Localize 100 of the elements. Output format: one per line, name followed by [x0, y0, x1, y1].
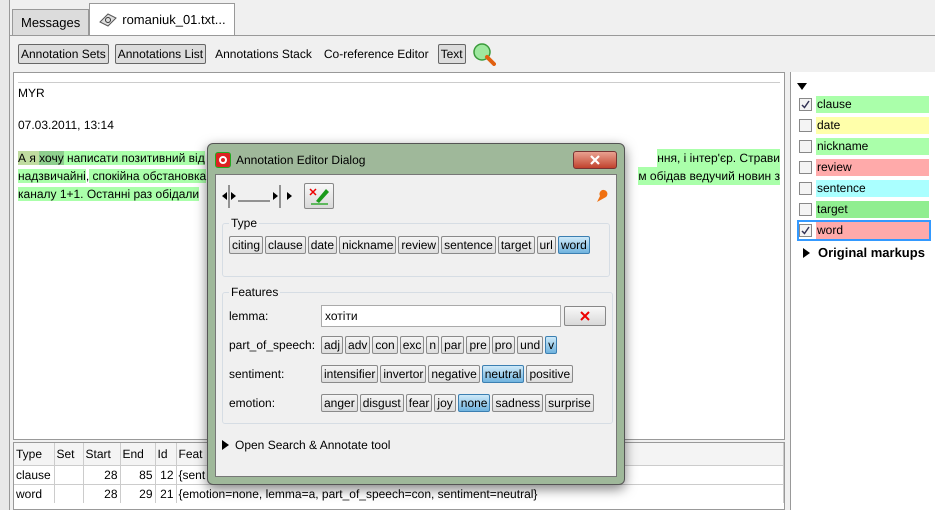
highlighted-text: м обідав ведучий новин з	[638, 167, 780, 185]
document-text: 07.03.2011, 13:14	[18, 117, 114, 133]
type-label: word	[816, 222, 929, 239]
choice-button[interactable]: und	[517, 336, 544, 354]
section-label: Features	[230, 284, 280, 301]
choice-button[interactable]: clause	[265, 236, 306, 254]
toolbar-button[interactable]: Co-reference Editor	[320, 44, 432, 64]
choice-button[interactable]: invertor	[380, 364, 426, 382]
type-label: sentence	[816, 180, 929, 197]
choice-button[interactable]: citing	[229, 236, 264, 254]
choice-button[interactable]: exc	[400, 336, 424, 354]
feature-label: emotion:	[229, 394, 276, 412]
column-header[interactable]: End	[120, 443, 155, 465]
clear-icon	[580, 310, 590, 320]
checkbox[interactable]	[799, 161, 812, 174]
choice-button[interactable]: n	[426, 336, 440, 354]
annotation-type-item[interactable]: review	[797, 157, 931, 178]
feature-label: lemma:	[229, 308, 270, 324]
column-header[interactable]: Id	[155, 443, 176, 465]
span-adjust-icon[interactable]	[222, 183, 292, 209]
pencil-delete-icon	[308, 186, 330, 206]
choice-button[interactable]: con	[372, 336, 398, 354]
annotation-type-item[interactable]: sentence	[797, 178, 931, 199]
highlighted-text: надзвичайні, спокійна обстановка	[18, 168, 206, 185]
tab[interactable]: romaniuk_01.txt...	[89, 3, 235, 35]
highlighted-text: ння, і інтер'єр. Страви	[657, 149, 780, 167]
choice-button[interactable]: anger	[321, 394, 358, 412]
choice-button[interactable]: target	[498, 236, 534, 254]
highlighted-text: каналу 1+1. Останні раз обідали	[18, 186, 200, 203]
choice-button[interactable]: v	[545, 336, 558, 354]
annotation-type-item[interactable]: target	[797, 199, 931, 220]
checkbox[interactable]	[799, 119, 812, 132]
column-header[interactable]: Start	[83, 443, 120, 465]
choice-button[interactable]: adj	[321, 336, 344, 354]
checkbox[interactable]	[799, 140, 812, 153]
type-label: review	[816, 159, 929, 176]
choice-button[interactable]: negative	[428, 364, 480, 382]
table-cell: 85	[120, 465, 155, 484]
expand-icon	[803, 248, 810, 258]
table-cell: 28	[83, 465, 120, 484]
clear-button[interactable]	[564, 306, 606, 326]
column-header[interactable]: Type	[14, 443, 54, 465]
table-cell: 29	[120, 484, 155, 503]
choice-button[interactable]: pro	[492, 336, 516, 354]
app-logo-icon	[215, 152, 231, 168]
toolbar-button[interactable]: Annotations List	[114, 44, 206, 64]
toolbar-button[interactable]: Annotation Sets	[18, 44, 109, 64]
search-icon[interactable]	[472, 42, 496, 66]
table-cell: 21	[155, 484, 176, 503]
choice-button[interactable]: sadness	[492, 394, 544, 412]
dialog-title: Annotation Editor Dialog	[236, 152, 366, 169]
column-header[interactable]: Set	[54, 443, 83, 465]
pin-icon[interactable]	[594, 188, 610, 204]
choice-button[interactable]: disgust	[360, 394, 404, 412]
document-text: MYR	[18, 85, 45, 101]
type-label: nickname	[816, 138, 929, 155]
expand-icon	[222, 440, 229, 450]
type-label: date	[816, 117, 929, 134]
table-cell: 12	[155, 465, 176, 484]
section-label: Type	[230, 215, 258, 232]
choice-button[interactable]: url	[536, 236, 556, 254]
table-cell: 28	[83, 484, 120, 503]
lemma-input-field[interactable]: хотіти	[321, 304, 561, 326]
tree-node[interactable]: Original markups	[803, 243, 931, 262]
checkbox[interactable]	[799, 224, 812, 237]
annotation-type-item[interactable]: word	[797, 220, 931, 241]
checkbox[interactable]	[799, 98, 812, 111]
annotation-type-item[interactable]: date	[797, 115, 931, 136]
annotation-type-item[interactable]: nickname	[797, 136, 931, 157]
choice-button[interactable]: neutral	[482, 364, 524, 382]
toolbar-button[interactable]: Annotations Stack	[212, 44, 315, 64]
toolbar-button[interactable]: Text	[438, 44, 466, 64]
close-button[interactable]	[573, 151, 617, 169]
choice-button[interactable]: date	[308, 236, 338, 254]
splitter-bar[interactable]	[0, 0, 10, 510]
tab[interactable]: Messages	[12, 9, 90, 35]
checkbox[interactable]	[799, 182, 812, 195]
choice-button[interactable]: word	[558, 236, 590, 254]
type-label: clause	[816, 96, 929, 113]
checkbox[interactable]	[799, 203, 812, 216]
choice-button[interactable]: surprise	[545, 394, 594, 412]
expander-toggle[interactable]: Open Search & Annotate tool	[222, 436, 390, 454]
choice-button[interactable]: intensifier	[321, 364, 378, 382]
choice-button[interactable]: pre	[466, 336, 490, 354]
choice-button[interactable]: nickname	[339, 236, 396, 254]
choice-button[interactable]: adv	[345, 336, 370, 354]
table-cell: clause	[14, 465, 54, 484]
choice-button[interactable]: none	[458, 394, 490, 412]
choice-button[interactable]: par	[441, 336, 464, 354]
feature-label: part_of_speech:	[229, 336, 316, 354]
choice-button[interactable]: fear	[406, 394, 432, 412]
choice-button[interactable]: sentence	[441, 236, 496, 254]
choice-button[interactable]: review	[398, 236, 440, 254]
type-label: target	[816, 201, 929, 218]
highlighted-text: А я хочу написати позитивний від	[18, 150, 205, 167]
annotation-type-item[interactable]: clause	[797, 94, 931, 115]
close-icon	[590, 155, 600, 165]
choice-button[interactable]: positive	[526, 364, 574, 382]
delete-annotation-button[interactable]	[304, 183, 334, 209]
choice-button[interactable]: joy	[434, 394, 456, 412]
